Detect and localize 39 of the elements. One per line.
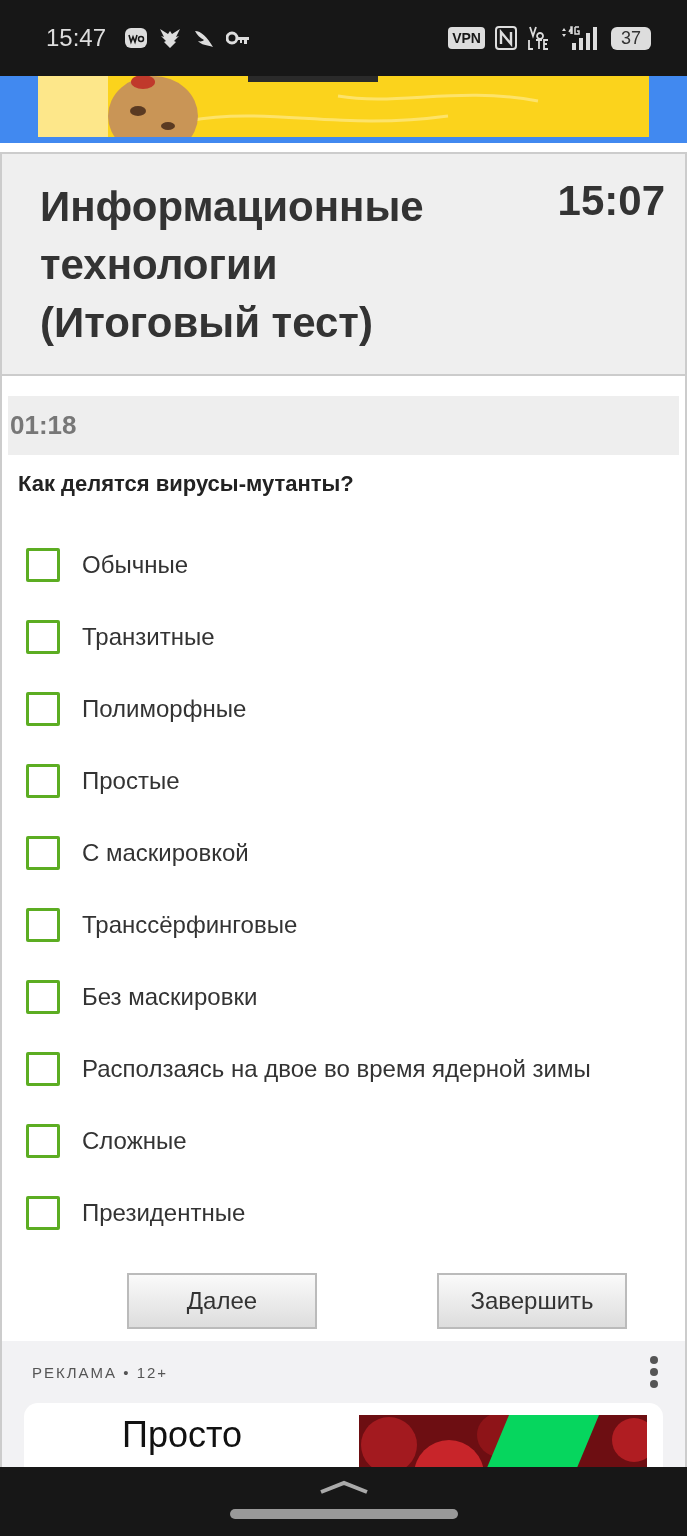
checkbox[interactable]: [26, 548, 60, 582]
checkbox[interactable]: [26, 764, 60, 798]
checkbox[interactable]: [26, 620, 60, 654]
countdown-timer: 01:18: [8, 396, 679, 455]
clock-time: 15:07: [557, 178, 665, 226]
key-icon: [226, 31, 251, 45]
checkbox[interactable]: [26, 836, 60, 870]
checkbox[interactable]: [26, 1196, 60, 1230]
test-button[interactable]: Завершить: [437, 1273, 627, 1329]
option-label[interactable]: Расползаясь на двое во время ядерной зимы: [82, 1055, 591, 1083]
ad-headline: Просто: [122, 1417, 243, 1457]
battery-indicator: 37: [610, 26, 651, 50]
option-label[interactable]: Полиморфные: [82, 695, 247, 723]
option-label[interactable]: Простые: [82, 767, 180, 795]
option-label[interactable]: Президентные: [82, 1199, 246, 1227]
option-label[interactable]: С маскировкой: [82, 839, 249, 867]
home-handle[interactable]: [229, 1509, 458, 1519]
ad-label: РЕКЛАМА • 12+: [32, 1363, 169, 1381]
more-icon[interactable]: [649, 1356, 659, 1388]
nfc-icon: [494, 26, 517, 50]
option-label[interactable]: Транссёрфинговые: [82, 911, 298, 939]
checkbox[interactable]: [26, 1052, 60, 1086]
volte-icon: [526, 25, 549, 51]
option-label[interactable]: Без маскировки: [82, 983, 258, 1011]
question-text: Как делятся вирусы-мутанты?: [17, 470, 355, 497]
chevron-up-icon[interactable]: [317, 1479, 370, 1495]
status-time: 15:47: [46, 24, 107, 52]
ad-card[interactable]: Просто: [24, 1403, 663, 1467]
checkbox[interactable]: [26, 692, 60, 726]
vpn-badge: VPN: [448, 27, 485, 49]
test-title: Информационные технологии (Итоговый тест): [40, 182, 425, 348]
app-badge-icon: [124, 26, 149, 50]
checkbox[interactable]: [26, 1124, 60, 1158]
checkbox[interactable]: [26, 908, 60, 942]
checkbox[interactable]: [26, 980, 60, 1014]
option-label[interactable]: Транзитные: [82, 623, 215, 651]
test-button[interactable]: Далее: [127, 1273, 317, 1329]
option-label[interactable]: Обычные: [82, 551, 189, 579]
option-label[interactable]: Сложные: [82, 1127, 187, 1155]
